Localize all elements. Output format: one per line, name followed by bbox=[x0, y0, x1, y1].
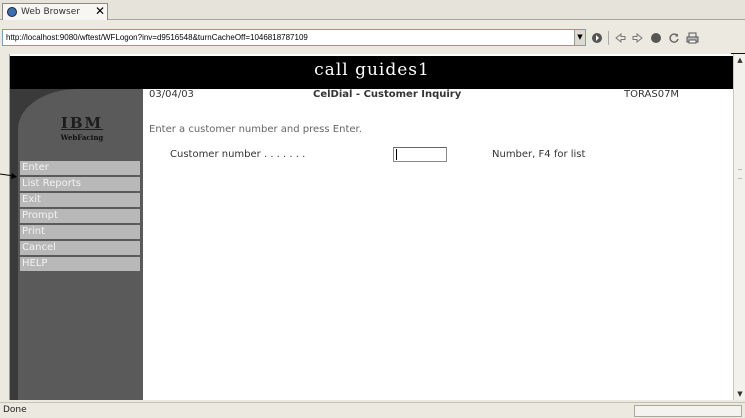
menu-item-exit[interactable]: Exit bbox=[20, 193, 140, 207]
scroll-thumb[interactable] bbox=[738, 169, 742, 179]
callout-arrow-icon bbox=[0, 173, 17, 179]
status-text: Done bbox=[3, 405, 27, 415]
scroll-up-icon[interactable]: ▲ bbox=[734, 54, 745, 66]
instruction-text: Enter a customer number and press Enter. bbox=[149, 124, 362, 135]
menu-item-list-reports[interactable]: List Reports bbox=[20, 177, 140, 191]
close-tab-icon[interactable]: ✕ bbox=[95, 5, 105, 18]
separator bbox=[608, 31, 609, 45]
logo-product: WebFacing bbox=[60, 133, 104, 142]
tab-label: Web Browser bbox=[21, 7, 80, 17]
customer-number-input[interactable] bbox=[393, 147, 447, 162]
banner-title: call guides1 bbox=[314, 60, 430, 80]
menu-item-print[interactable]: Print bbox=[20, 225, 140, 239]
main-content: 03/04/03 CelDial - Customer Inquiry TORA… bbox=[143, 89, 733, 400]
command-menu: Enter List Reports Exit Prompt Print Can… bbox=[20, 161, 140, 273]
tab-strip: Web Browser ✕ bbox=[0, 0, 745, 20]
page-viewport: call guides1 IBM WebFacing Enter List Re… bbox=[9, 54, 733, 400]
menu-item-enter[interactable]: Enter bbox=[20, 161, 140, 175]
customer-number-label: Customer number . . . . . . . bbox=[170, 149, 306, 160]
refresh-icon[interactable] bbox=[667, 31, 681, 45]
logo-brand: IBM bbox=[60, 114, 104, 132]
status-bar: Done bbox=[0, 402, 745, 418]
page-banner: call guides1 bbox=[10, 56, 733, 89]
menu-item-cancel[interactable]: Cancel bbox=[20, 241, 140, 255]
screen-title: CelDial - Customer Inquiry bbox=[313, 89, 462, 100]
address-toolbar: http://localhost:9080/wftest/WFLogon?inv… bbox=[0, 26, 745, 75]
back-icon[interactable] bbox=[613, 31, 627, 45]
forward-icon[interactable] bbox=[631, 31, 645, 45]
ibm-webfacing-logo: IBM WebFacing bbox=[40, 114, 124, 154]
customer-number-hint: Number, F4 for list bbox=[492, 149, 586, 160]
browser-tab[interactable]: Web Browser ✕ bbox=[2, 3, 108, 20]
menu-item-prompt[interactable]: Prompt bbox=[20, 209, 140, 223]
print-icon[interactable] bbox=[685, 31, 699, 45]
scroll-down-icon[interactable]: ▼ bbox=[734, 388, 745, 400]
url-dropdown-icon[interactable]: ▼ bbox=[574, 30, 585, 45]
url-field[interactable]: http://localhost:9080/wftest/WFLogon?inv… bbox=[2, 29, 586, 46]
stop-icon[interactable] bbox=[649, 31, 663, 45]
text-caret bbox=[396, 149, 397, 160]
screen-date: 03/04/03 bbox=[149, 89, 194, 100]
nav-icons bbox=[590, 30, 699, 46]
globe-icon bbox=[7, 7, 17, 17]
system-id: TORAS07M bbox=[624, 89, 680, 100]
menu-item-help[interactable]: HELP bbox=[20, 257, 140, 271]
status-progress bbox=[634, 405, 742, 417]
vertical-scrollbar[interactable]: ▲ ▼ bbox=[733, 54, 745, 400]
go-icon[interactable] bbox=[590, 31, 604, 45]
